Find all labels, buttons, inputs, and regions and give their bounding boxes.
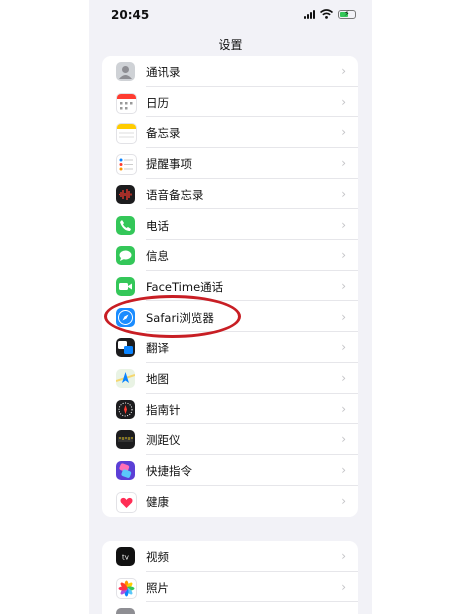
chevron-right-icon: › (341, 278, 346, 293)
maps-icon (116, 369, 135, 388)
contacts-icon (116, 62, 135, 81)
chevron-right-icon: › (341, 94, 346, 109)
chevron-right-icon: › (341, 610, 346, 614)
chevron-right-icon: › (341, 156, 346, 171)
chevron-right-icon: › (341, 248, 346, 263)
chevron-right-icon: › (341, 217, 346, 232)
settings-row-label: 视频 (146, 550, 169, 564)
settings-row-label: 健康 (146, 494, 169, 509)
settings-row-apple-tv[interactable]: tv 视频 › (102, 541, 358, 572)
settings-row-label: 日历 (146, 95, 169, 110)
chevron-right-icon: › (341, 309, 346, 324)
camera-icon (116, 608, 135, 614)
settings-row-shortcuts[interactable]: 快捷指令 › (102, 455, 358, 486)
settings-group-apps: 通讯录 › 日历 › 备忘录 › 提醒事项 › 语音备忘录 › 电话 › 信息 › FaceTime通话 › S… (102, 56, 358, 517)
cellular-signal-icon (304, 9, 315, 19)
measure-icon (116, 430, 135, 450)
settings-row-label: 照片 (146, 580, 169, 595)
page-title: 设置 (218, 38, 243, 52)
settings-row-label: 通讯录 (146, 65, 181, 79)
status-time: 20:45 (111, 8, 150, 22)
settings-row-label: FaceTime通话 (146, 279, 224, 294)
settings-row-label: 测距仪 (146, 433, 181, 448)
settings-row-maps[interactable]: 地图 › (102, 363, 358, 394)
chevron-right-icon: › (341, 64, 346, 78)
chevron-right-icon: › (341, 549, 346, 563)
settings-row-translate[interactable]: 翻译 › (102, 332, 358, 363)
chevron-right-icon: › (341, 340, 346, 355)
settings-row-label: 指南针 (146, 402, 181, 417)
settings-row-messages[interactable]: 信息 › (102, 240, 358, 271)
chevron-right-icon: › (341, 432, 346, 447)
settings-row-measure[interactable]: 测距仪 › (102, 424, 358, 455)
messages-icon (116, 246, 135, 266)
settings-row-label: 提醒事项 (146, 157, 192, 172)
chevron-right-icon: › (341, 463, 346, 478)
reminders-icon (116, 154, 137, 176)
chevron-right-icon: › (341, 493, 346, 508)
settings-row-label: 信息 (146, 249, 169, 264)
settings-row-contacts[interactable]: 通讯录 › (102, 56, 358, 87)
chevron-right-icon: › (341, 401, 346, 416)
settings-row-label: 备忘录 (146, 126, 181, 141)
settings-row-calendar[interactable]: 日历 › (102, 87, 358, 118)
svg-text:tv: tv (122, 554, 129, 562)
settings-row-voice-memos[interactable]: 语音备忘录 › (102, 179, 358, 210)
settings-row-label: 翻译 (146, 341, 169, 356)
photos-icon (116, 577, 137, 599)
safari-highlight-ellipse (104, 295, 241, 338)
health-icon (116, 491, 137, 513)
facetime-icon (116, 276, 135, 296)
phone-icon (116, 215, 135, 235)
notes-icon (116, 123, 137, 145)
settings-row-label: 地图 (146, 372, 169, 386)
settings-row-health[interactable]: 健康 › (102, 486, 358, 517)
settings-row-phone[interactable]: 电话 › (102, 210, 358, 240)
status-bar: 20:45 ⚡ (89, 0, 372, 30)
compass-icon (116, 399, 135, 419)
settings-row-label: 快捷指令 (146, 464, 192, 479)
translate-icon (116, 338, 135, 358)
battery-icon: ⚡ (338, 9, 356, 19)
settings-row-reminders[interactable]: 提醒事项 › (102, 148, 358, 179)
chevron-right-icon: › (341, 579, 346, 594)
settings-row-label: 语音备忘录 (146, 187, 204, 202)
apple-tv-icon: tv (116, 547, 135, 566)
settings-row-compass[interactable]: 指南针 › (102, 394, 358, 425)
voice-memos-icon (116, 184, 135, 204)
shortcuts-icon (116, 461, 135, 481)
settings-group-media: tv 视频 › 照片 › › (102, 541, 358, 614)
settings-row-label: 电话 (146, 218, 169, 233)
chevron-right-icon: › (341, 186, 346, 201)
wifi-icon (320, 9, 333, 19)
settings-row-camera[interactable]: › (102, 602, 358, 614)
settings-row-photos[interactable]: 照片 › (102, 572, 358, 603)
chevron-right-icon: › (341, 371, 346, 385)
chevron-right-icon: › (341, 125, 346, 140)
settings-row-notes[interactable]: 备忘录 › (102, 117, 358, 148)
calendar-icon (116, 92, 137, 114)
status-icons: ⚡ (304, 9, 356, 19)
